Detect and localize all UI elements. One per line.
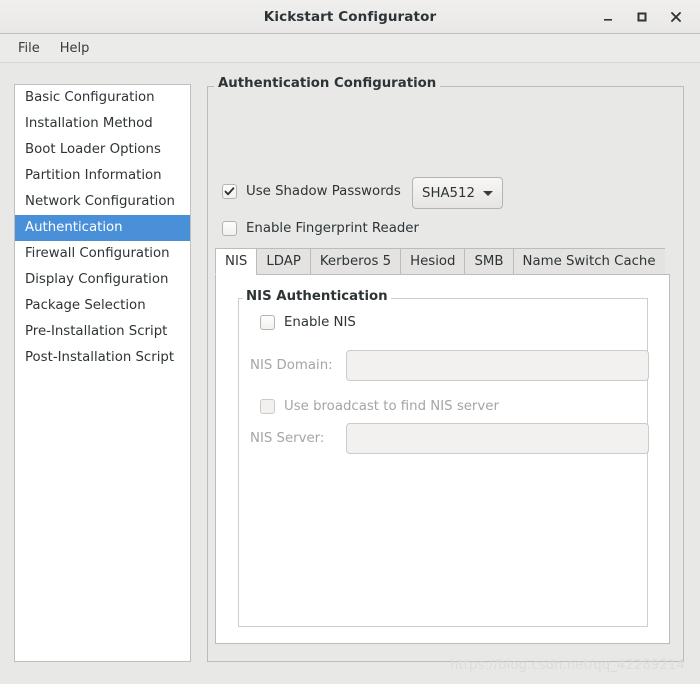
tab-strip-filler <box>664 248 670 275</box>
enable-nis-label: Enable NIS <box>284 315 356 330</box>
menu-item-help[interactable]: Help <box>50 38 100 59</box>
tab-kerberos-5[interactable]: Kerberos 5 <box>309 248 401 275</box>
maximize-icon[interactable] <box>634 9 650 25</box>
minimize-icon[interactable] <box>600 9 616 25</box>
nis-server-label: NIS Server: <box>250 431 325 446</box>
tab-nis[interactable]: NIS <box>215 248 257 275</box>
frame-tick-left <box>207 86 214 87</box>
tab-name-switch-cache[interactable]: Name Switch Cache <box>512 248 665 275</box>
sidebar-item-network-configuration[interactable]: Network Configuration <box>15 189 190 215</box>
sidebar-item-boot-loader-options[interactable]: Boot Loader Options <box>15 137 190 163</box>
hash-algorithm-combobox[interactable]: SHA512 <box>412 177 503 209</box>
tab-ldap[interactable]: LDAP <box>256 248 310 275</box>
sidebar-item-firewall-configuration[interactable]: Firewall Configuration <box>15 241 190 267</box>
nis-server-input[interactable] <box>346 423 649 454</box>
tab-smb[interactable]: SMB <box>464 248 513 275</box>
sidebar-item-partition-information[interactable]: Partition Information <box>15 163 190 189</box>
enable-nis-row[interactable]: Enable NIS <box>260 315 356 330</box>
group-title-authentication-configuration: Authentication Configuration <box>214 76 441 91</box>
use-shadow-passwords-checkbox[interactable] <box>222 184 237 199</box>
use-shadow-passwords-row[interactable]: Use Shadow Passwords <box>222 184 401 199</box>
enable-fingerprint-reader-checkbox[interactable] <box>222 221 237 236</box>
sidebar-item-authentication[interactable]: Authentication <box>15 215 190 241</box>
hash-algorithm-value: SHA512 <box>422 185 475 201</box>
nis-domain-label: NIS Domain: <box>250 358 333 373</box>
nis-domain-row: NIS Domain: <box>250 350 649 381</box>
nis-domain-input[interactable] <box>346 350 649 381</box>
sidebar-item-package-selection[interactable]: Package Selection <box>15 293 190 319</box>
authentication-notebook: NIS LDAP Kerberos 5 Hesiod SMB Name Swit… <box>215 248 670 644</box>
group-title-nis-authentication: NIS Authentication <box>243 289 391 304</box>
tab-page-nis: NIS Authentication Enable NIS NIS Domain… <box>215 274 670 644</box>
nis-server-row: NIS Server: <box>250 423 649 454</box>
enable-nis-checkbox[interactable] <box>260 315 275 330</box>
tab-strip: NIS LDAP Kerberos 5 Hesiod SMB Name Swit… <box>215 248 670 275</box>
navigation-sidebar[interactable]: Basic Configuration Installation Method … <box>14 84 191 662</box>
menu-item-file[interactable]: File <box>8 38 50 59</box>
menu-bar: File Help <box>0 34 700 63</box>
sidebar-item-display-configuration[interactable]: Display Configuration <box>15 267 190 293</box>
chevron-down-icon <box>483 190 493 196</box>
sidebar-item-basic-configuration[interactable]: Basic Configuration <box>15 85 190 111</box>
sidebar-item-installation-method[interactable]: Installation Method <box>15 111 190 137</box>
use-broadcast-checkbox[interactable] <box>260 399 275 414</box>
enable-fingerprint-reader-label: Enable Fingerprint Reader <box>246 221 419 236</box>
sidebar-item-post-installation-script[interactable]: Post-Installation Script <box>15 345 190 371</box>
nis-frame-line-right <box>368 298 648 299</box>
sidebar-item-pre-installation-script[interactable]: Pre-Installation Script <box>15 319 190 345</box>
enable-fingerprint-reader-row[interactable]: Enable Fingerprint Reader <box>222 221 419 236</box>
tab-hesiod[interactable]: Hesiod <box>400 248 465 275</box>
title-bar: Kickstart Configurator <box>0 0 700 34</box>
nis-authentication-frame <box>238 298 648 627</box>
close-icon[interactable] <box>668 9 684 25</box>
main-content: Basic Configuration Installation Method … <box>0 64 700 684</box>
window-title: Kickstart Configurator <box>263 8 437 25</box>
use-broadcast-row[interactable]: Use broadcast to find NIS server <box>260 399 499 414</box>
use-broadcast-label: Use broadcast to find NIS server <box>284 399 499 414</box>
use-shadow-passwords-label: Use Shadow Passwords <box>246 184 401 199</box>
window-controls <box>600 9 700 25</box>
